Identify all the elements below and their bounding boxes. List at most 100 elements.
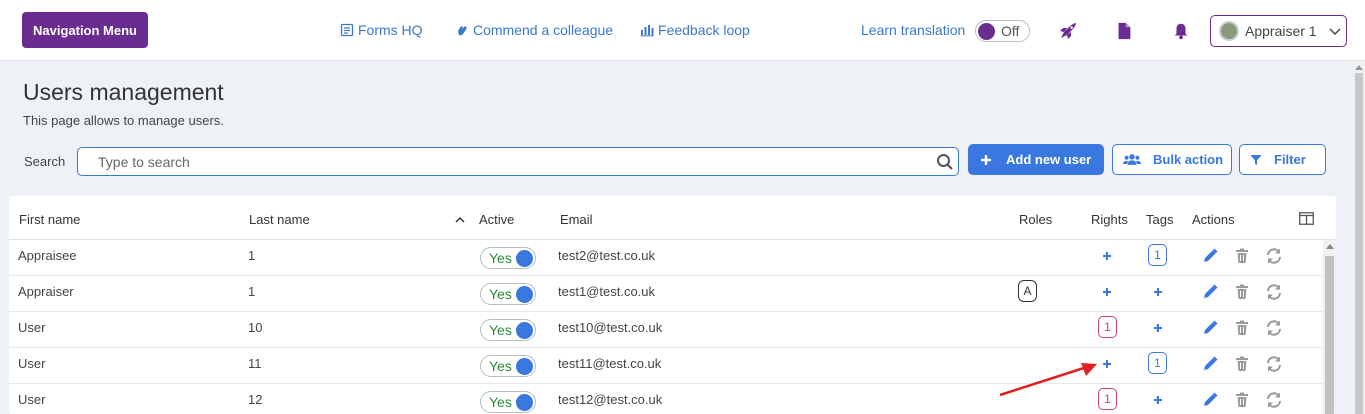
tags-badge[interactable]: 1	[1148, 244, 1167, 266]
delete-trash-icon[interactable]	[1233, 319, 1251, 337]
add-rights-plus-icon[interactable]	[1101, 285, 1113, 297]
table-row: Appraisee 1 Yes test2@test.co.uk 1	[9, 240, 1323, 276]
page-title: Users management	[23, 79, 224, 105]
column-roles: Roles	[1019, 212, 1053, 227]
edit-pencil-icon[interactable]	[1201, 319, 1219, 337]
column-tags: Tags	[1146, 212, 1174, 227]
cell-first-name: User	[18, 320, 46, 335]
active-toggle[interactable]: Yes	[480, 391, 536, 413]
add-new-user-label: Add new user	[1006, 152, 1092, 167]
edit-pencil-icon[interactable]	[1201, 283, 1219, 301]
cell-first-name: User	[18, 392, 46, 407]
add-rights-plus-icon[interactable]	[1101, 249, 1113, 261]
user-menu-dropdown[interactable]: Appraiser 1	[1210, 15, 1347, 47]
filter-icon	[1250, 154, 1262, 165]
active-toggle[interactable]: Yes	[480, 355, 536, 377]
toggle-knob	[516, 322, 533, 339]
cell-last-name: 1	[248, 248, 256, 263]
active-toggle-state: Yes	[489, 394, 512, 410]
table-header: First name Last name Active Email Roles …	[9, 196, 1336, 240]
edit-pencil-icon[interactable]	[1201, 247, 1219, 265]
delete-trash-icon[interactable]	[1233, 247, 1251, 265]
delete-trash-icon[interactable]	[1233, 355, 1251, 373]
forms-hq-link[interactable]: Forms HQ	[340, 22, 423, 38]
clap-hands-icon	[458, 26, 467, 36]
cell-email: test1@test.co.uk	[558, 284, 656, 299]
active-toggle[interactable]: Yes	[480, 319, 536, 341]
sort-ascending-icon[interactable]	[455, 216, 465, 224]
cell-email: test2@test.co.uk	[558, 248, 656, 263]
columns-icon[interactable]	[1299, 212, 1314, 225]
column-rights: Rights	[1091, 212, 1128, 227]
add-new-user-button[interactable]: Add new user	[968, 144, 1104, 175]
toggle-knob	[516, 358, 533, 375]
role-badge[interactable]: A	[1018, 280, 1037, 302]
table-row: Appraiser 1 Yes test1@test.co.uk A	[9, 276, 1323, 312]
plus-icon	[981, 154, 991, 165]
form-icon	[340, 23, 354, 37]
navigation-menu-button[interactable]: Navigation Menu	[22, 12, 148, 48]
cell-last-name: 11	[248, 356, 262, 371]
cell-email: test12@test.co.uk	[558, 392, 663, 407]
column-email[interactable]: Email	[560, 212, 593, 227]
table-row: User 12 Yes test12@test.co.uk 1	[9, 384, 1323, 414]
cell-email: test10@test.co.uk	[558, 320, 663, 335]
column-first-name[interactable]: First name	[19, 212, 80, 227]
column-last-name[interactable]: Last name	[249, 212, 310, 227]
feedback-loop-link[interactable]: Feedback loop	[640, 22, 750, 38]
cell-first-name: User	[18, 356, 46, 371]
sync-icon[interactable]	[1265, 247, 1283, 265]
table-row: User 10 Yes test10@test.co.uk 1	[9, 312, 1323, 348]
active-toggle-state: Yes	[489, 322, 512, 338]
cell-last-name: 12	[248, 392, 263, 407]
search-icon[interactable]	[936, 153, 954, 171]
toggle-knob	[516, 250, 533, 267]
commend-colleague-label: Commend a colleague	[473, 22, 614, 38]
filter-button[interactable]: Filter	[1239, 144, 1326, 175]
rights-badge[interactable]: 1	[1098, 316, 1117, 338]
users-icon	[1123, 154, 1141, 165]
active-toggle-state: Yes	[489, 286, 512, 302]
red-arrow-annotation	[999, 363, 1097, 397]
chevron-down-icon	[1329, 28, 1341, 36]
sync-icon[interactable]	[1265, 283, 1283, 301]
add-tags-plus-icon[interactable]	[1152, 285, 1164, 297]
page-scrollbar[interactable]	[1353, 61, 1365, 414]
bulk-action-button[interactable]: Bulk action	[1112, 144, 1232, 175]
active-toggle[interactable]: Yes	[480, 283, 536, 305]
search-input[interactable]	[98, 153, 918, 171]
delete-trash-icon[interactable]	[1233, 391, 1251, 409]
document-icon[interactable]	[1113, 20, 1135, 42]
search-label: Search	[24, 154, 66, 169]
edit-pencil-icon[interactable]	[1201, 355, 1219, 373]
sync-icon[interactable]	[1265, 319, 1283, 337]
feedback-loop-label: Feedback loop	[658, 22, 750, 38]
add-tags-plus-icon[interactable]	[1152, 321, 1164, 333]
cell-email: test11@test.co.uk	[558, 356, 662, 371]
translation-toggle[interactable]: Off	[975, 20, 1030, 42]
cell-first-name: Appraiser	[18, 284, 74, 299]
learn-translation-label: Learn translation	[861, 22, 966, 38]
cell-last-name: 1	[248, 284, 256, 299]
add-tags-plus-icon[interactable]	[1152, 393, 1164, 405]
delete-trash-icon[interactable]	[1233, 283, 1251, 301]
active-toggle[interactable]: Yes	[480, 247, 536, 269]
active-toggle-state: Yes	[489, 250, 512, 266]
sync-icon[interactable]	[1265, 391, 1283, 409]
search-box	[77, 147, 959, 176]
forms-hq-label: Forms HQ	[358, 22, 423, 38]
table-scrollbar[interactable]	[1323, 240, 1336, 414]
toggle-knob	[978, 23, 995, 40]
cell-last-name: 10	[248, 320, 263, 335]
translation-toggle-state: Off	[1001, 23, 1020, 39]
column-active[interactable]: Active	[479, 212, 514, 227]
bell-icon[interactable]	[1170, 20, 1192, 42]
sync-icon[interactable]	[1265, 355, 1283, 373]
commend-colleague-link[interactable]: Commend a colleague	[455, 22, 613, 38]
rocket-icon[interactable]	[1057, 20, 1079, 42]
tags-badge[interactable]: 1	[1148, 352, 1167, 374]
edit-pencil-icon[interactable]	[1201, 391, 1219, 409]
avatar	[1219, 21, 1239, 41]
bar-chart-icon	[640, 25, 654, 37]
page-description: This page allows to manage users.	[23, 113, 224, 128]
